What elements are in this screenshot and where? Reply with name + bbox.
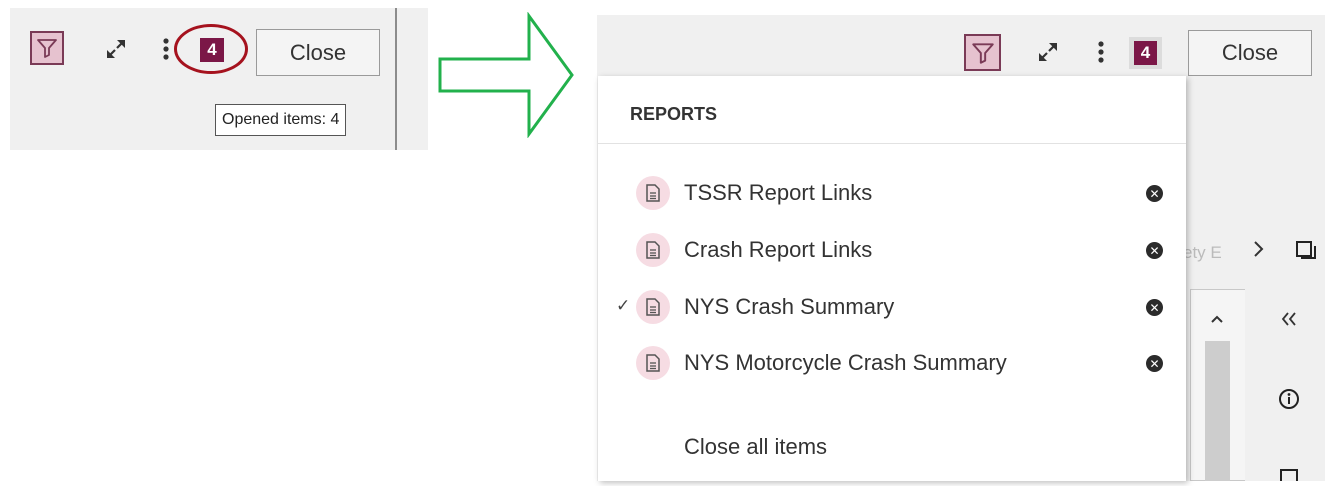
tab-label-partial: ety E xyxy=(1183,243,1222,262)
document-icon xyxy=(636,346,670,380)
close-button[interactable]: Close xyxy=(1188,30,1312,76)
more-options-button[interactable] xyxy=(158,35,174,63)
filter-icon xyxy=(971,42,994,64)
maximize-button[interactable] xyxy=(102,35,130,63)
opened-items-count: 4 xyxy=(1134,41,1157,65)
document-icon xyxy=(636,176,670,210)
window-icon[interactable] xyxy=(1295,240,1317,265)
opened-items-tooltip: Opened items: 4 xyxy=(215,104,347,136)
menu-header: REPORTS xyxy=(630,104,718,124)
collapse-left-icon[interactable] xyxy=(1279,310,1301,333)
checkmark-icon: ✓ xyxy=(616,296,631,315)
chevron-right-icon[interactable] xyxy=(1252,238,1266,265)
close-button[interactable]: Close xyxy=(256,29,380,76)
close-circle-icon[interactable]: ✕ xyxy=(1146,242,1163,259)
close-circle-icon[interactable]: ✕ xyxy=(1146,299,1163,316)
menu-divider xyxy=(598,143,1186,144)
close-all-items-link[interactable]: Close all items xyxy=(684,434,827,460)
menu-item-label: TSSR Report Links xyxy=(684,180,873,205)
more-vertical-icon xyxy=(163,38,169,60)
transition-arrow xyxy=(438,12,574,138)
filter-button[interactable] xyxy=(964,34,1001,71)
more-options-button[interactable] xyxy=(1093,38,1109,66)
panel-icon[interactable] xyxy=(1279,468,1299,486)
menu-item-label: Crash Report Links xyxy=(684,237,873,262)
menu-item-label: NYS Crash Summary xyxy=(684,294,895,319)
close-circle-icon[interactable]: ✕ xyxy=(1146,185,1163,202)
expand-icon xyxy=(107,40,125,58)
maximize-button[interactable] xyxy=(1034,38,1062,66)
menu-item-crash-report-links[interactable]: Crash Report Links ✕ xyxy=(598,227,1186,275)
opened-items-menu: REPORTS TSSR Report Links ✕ Crash Report… xyxy=(598,76,1186,481)
chevron-up-icon[interactable] xyxy=(1209,312,1225,330)
expand-icon xyxy=(1039,43,1057,61)
divider xyxy=(395,8,397,150)
scrollbar-thumb[interactable] xyxy=(1205,341,1230,481)
more-vertical-icon xyxy=(1098,41,1104,63)
menu-item-tssr-report-links[interactable]: TSSR Report Links ✕ xyxy=(598,170,1186,218)
menu-item-label: NYS Motorcycle Crash Summary xyxy=(684,350,1007,375)
filter-button[interactable] xyxy=(30,31,64,65)
before-toolbar: 4 Close Opened items: 4 xyxy=(10,8,428,150)
filter-icon xyxy=(37,39,57,58)
document-icon xyxy=(636,290,670,324)
document-icon xyxy=(636,233,670,267)
close-circle-icon[interactable]: ✕ xyxy=(1146,355,1163,372)
menu-item-nys-motorcycle-crash-summary[interactable]: NYS Motorcycle Crash Summary ✕ xyxy=(598,340,1186,388)
highlight-circle xyxy=(174,24,248,74)
menu-item-nys-crash-summary[interactable]: ✓ NYS Crash Summary ✕ xyxy=(598,284,1186,332)
info-icon[interactable] xyxy=(1278,388,1300,415)
